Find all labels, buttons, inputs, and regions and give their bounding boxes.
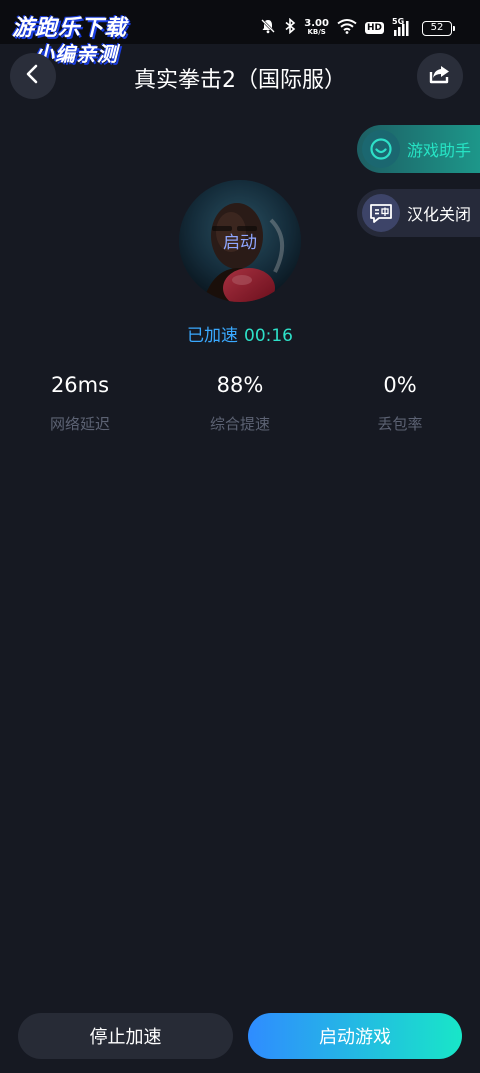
stat-latency-label: 网络延迟 (49, 415, 110, 433)
stat-speedup-label: 综合提速 (209, 415, 270, 433)
signal-icon: 5G (392, 17, 414, 37)
translation-label: 汉化关闭 (407, 205, 472, 224)
acceleration-timer: 00:16 (244, 326, 293, 346)
status-icons: 3.00 KB/S HD 5G 52 (260, 16, 455, 40)
stop-acceleration-button[interactable]: 停止加速 (18, 1013, 233, 1059)
game-assistant-label: 游戏助手 (407, 141, 472, 160)
bottom-action-bar: 停止加速 启动游戏 (0, 1013, 480, 1059)
translate-icon (362, 194, 400, 232)
app-screen: 4 3.00 KB/S HD 5G 52 游跑乐下载 小编亲测 真实拳击2（国际… (0, 0, 480, 1073)
translation-toggle-button[interactable]: 汉化关闭 (357, 189, 480, 237)
net-speed-value: 3.00 (304, 18, 329, 29)
game-assistant-button[interactable]: 游戏助手 (357, 125, 480, 173)
acceleration-status-label: 已加速 (187, 326, 238, 346)
wifi-icon (337, 18, 357, 38)
chevron-left-icon (22, 63, 44, 89)
net-speed: 3.00 KB/S (304, 19, 329, 37)
stat-packet-loss-value: 0% (383, 373, 417, 397)
acceleration-status: 已加速 00:16 (0, 321, 480, 346)
bluetooth-icon (284, 17, 296, 38)
launch-game-button[interactable]: 启动游戏 (248, 1013, 462, 1059)
share-icon (428, 63, 452, 89)
share-button[interactable] (417, 53, 463, 99)
hd-badge: HD (364, 22, 384, 34)
launch-overlay-label: 启动 (223, 233, 257, 253)
stat-speedup: 88% 综合提速 (160, 370, 320, 434)
game-icon[interactable]: 启动 (179, 180, 301, 302)
back-button[interactable] (10, 53, 56, 99)
mute-bell-icon (260, 18, 276, 38)
stat-packet-loss-label: 丢包率 (377, 415, 423, 433)
stat-packet-loss: 0% 丢包率 (320, 370, 480, 434)
stat-latency: 26ms 网络延迟 (0, 370, 160, 434)
stat-latency-value: 26ms (50, 373, 110, 397)
page-title: 真实拳击2（国际服） (134, 68, 346, 93)
battery-icon: 52 (422, 20, 455, 36)
smile-icon (362, 130, 400, 168)
net-speed-unit: KB/S (307, 28, 326, 36)
stats-panel: 26ms 网络延迟 88% 综合提速 0% 丢包率 (0, 370, 480, 440)
stat-speedup-value: 88% (216, 373, 264, 397)
